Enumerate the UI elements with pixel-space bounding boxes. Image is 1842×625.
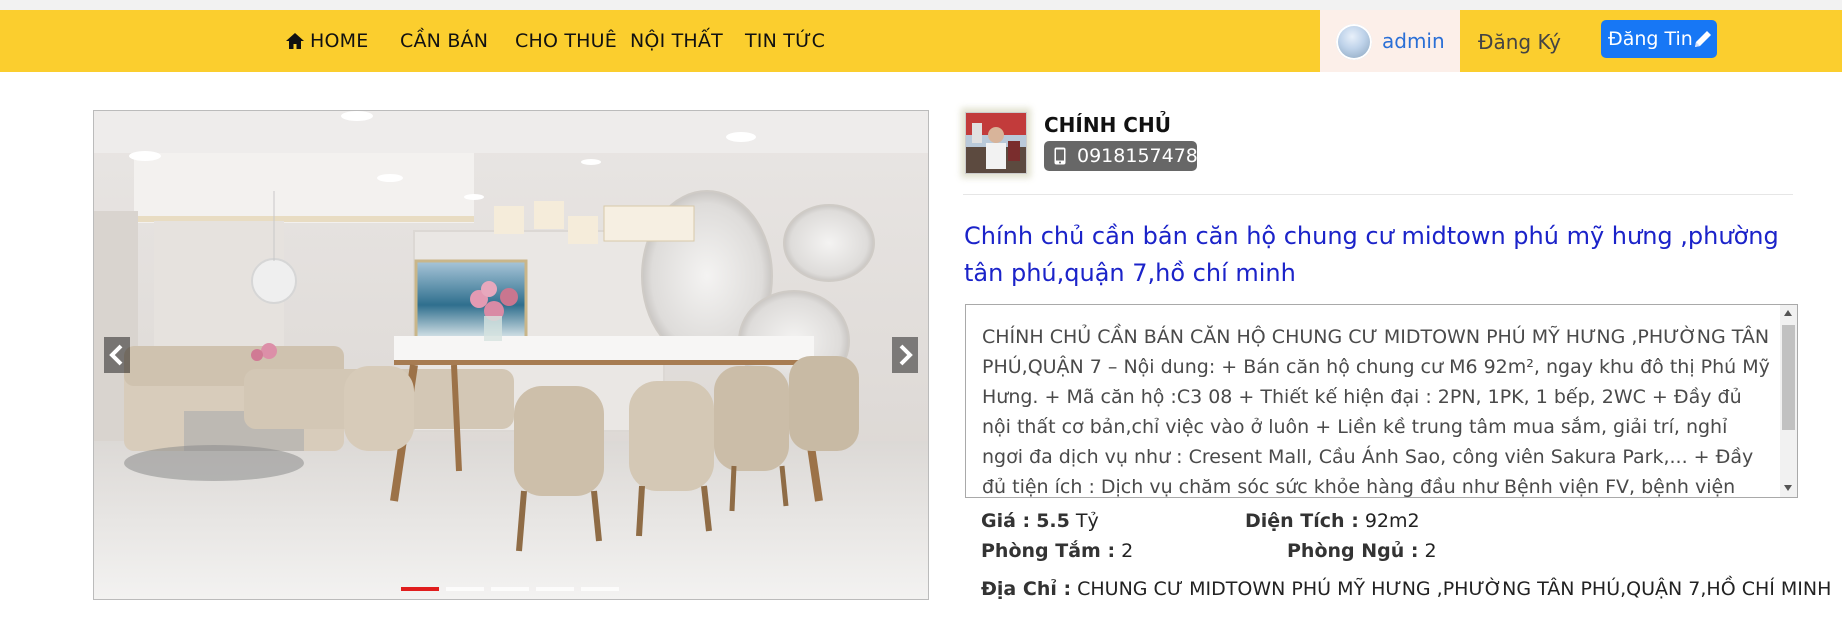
phone-number: 0918157478	[1077, 145, 1198, 167]
owner-name: CHÍNH CHỦ	[1044, 113, 1171, 137]
top-strip	[0, 0, 1842, 10]
bed-value: 2	[1424, 540, 1437, 562]
navbar: HOME CẦN BÁN CHO THUÊ NỘI THẤT TIN TỨC a…	[0, 10, 1842, 72]
chevron-right-icon	[899, 344, 913, 366]
address-info: Địa Chỉ : CHUNG CƯ MIDTOWN PHÚ MỸ HƯNG ,…	[981, 578, 1831, 600]
price-unit: Tỷ	[1075, 510, 1099, 532]
bath-info: Phòng Tắm : 2	[981, 540, 1133, 562]
phone-badge[interactable]: 0918157478	[1044, 141, 1198, 171]
avatar	[1336, 24, 1372, 60]
nav-home[interactable]: HOME	[310, 30, 368, 52]
user-menu[interactable]: admin	[1320, 10, 1460, 72]
divider	[963, 194, 1793, 195]
username[interactable]: admin	[1382, 29, 1445, 53]
area-value: 92m2	[1364, 510, 1420, 532]
chevron-left-icon	[109, 344, 123, 366]
listing-title: Chính chủ cần bán căn hộ chung cư midtow…	[964, 222, 1779, 287]
scroll-thumb[interactable]	[1782, 325, 1795, 430]
post-listing-button[interactable]: Đăng Tin	[1601, 20, 1717, 58]
bath-value: 2	[1121, 540, 1134, 562]
scroll-down-arrow-icon[interactable]	[1784, 485, 1792, 491]
description-text: CHÍNH CHỦ CẦN BÁN CĂN HỘ CHUNG CƯ MIDTOW…	[982, 326, 1770, 498]
bed-label: Phòng Ngủ :	[1287, 540, 1419, 562]
nav-can-ban[interactable]: CẦN BÁN	[400, 30, 488, 52]
bed-info: Phòng Ngủ : 2	[1287, 540, 1437, 562]
carousel-image	[94, 111, 928, 599]
mobile-phone-icon	[1054, 147, 1066, 165]
description-scrollbar[interactable]	[1780, 305, 1797, 497]
carousel-indicators	[401, 587, 621, 591]
address-label: Địa Chỉ :	[981, 578, 1072, 600]
nav-tin-tuc[interactable]: TIN TỨC	[745, 30, 825, 52]
owner-avatar	[965, 112, 1027, 174]
carousel-indicator[interactable]	[491, 587, 529, 591]
bath-label: Phòng Tắm :	[981, 540, 1116, 562]
carousel-indicator[interactable]	[401, 587, 439, 591]
area-info: Diện Tích : 92m2	[1245, 510, 1420, 532]
carousel-next-button[interactable]	[892, 337, 918, 373]
carousel-indicator[interactable]	[581, 587, 619, 591]
carousel-indicator[interactable]	[536, 587, 574, 591]
nav-noi-that[interactable]: NỘI THẤT	[630, 30, 723, 52]
carousel-indicator[interactable]	[446, 587, 484, 591]
pencil-icon	[1692, 28, 1714, 50]
post-listing-label: Đăng Tin	[1608, 28, 1693, 50]
description-box[interactable]: CHÍNH CHỦ CẦN BÁN CĂN HỘ CHUNG CƯ MIDTOW…	[965, 304, 1798, 498]
register-link[interactable]: Đăng Ký	[1478, 30, 1561, 54]
price-value: 5.5	[1036, 510, 1070, 532]
address-value: CHUNG CƯ MIDTOWN PHÚ MỸ HƯNG ,PHƯỜNG TÂN…	[1077, 578, 1832, 600]
image-carousel[interactable]	[93, 110, 929, 600]
price-info: Giá : 5.5 Tỷ	[981, 510, 1099, 532]
nav-cho-thue[interactable]: CHO THUÊ	[515, 30, 617, 52]
home-icon[interactable]	[285, 32, 305, 50]
area-label: Diện Tích :	[1245, 510, 1359, 532]
carousel-prev-button[interactable]	[104, 337, 130, 373]
price-label: Giá :	[981, 510, 1031, 532]
scroll-up-arrow-icon[interactable]	[1784, 310, 1792, 316]
